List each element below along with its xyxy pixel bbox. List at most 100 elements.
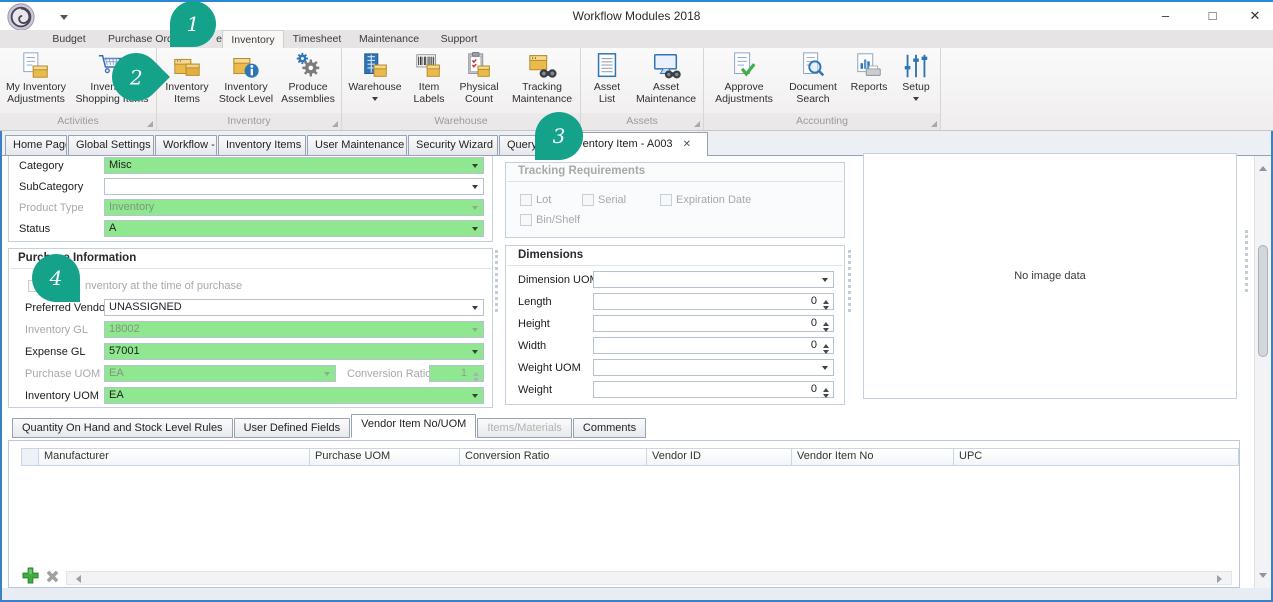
ribbon-tab-inventory[interactable]: Inventory [222, 30, 284, 48]
doc-tab-inventory-items[interactable]: Inventory Items [218, 135, 306, 155]
category-combobox[interactable]: Misc [104, 157, 484, 174]
spinner-buttons[interactable] [820, 339, 831, 357]
serial-checkbox-label: Serial [598, 194, 626, 206]
close-button[interactable]: ✕ [1237, 2, 1273, 30]
status-combobox[interactable]: A [104, 220, 484, 237]
ribbon-tab-support[interactable]: Support [428, 30, 490, 48]
scroll-down-icon[interactable] [1259, 573, 1267, 582]
classification-panel: Category Misc SubCategory Product Type I… [8, 156, 493, 242]
dialog-launcher-icon[interactable] [332, 121, 338, 127]
vertical-splitter[interactable] [848, 250, 851, 312]
tab-quantity-on-hand[interactable]: Quantity On Hand and Stock Level Rules [12, 418, 233, 438]
tab-comments[interactable]: Comments [573, 418, 646, 438]
dimensions-title: Dimensions [518, 249, 583, 261]
lot-checkbox [520, 194, 532, 206]
minimize-button[interactable]: – [1143, 2, 1188, 30]
ribbon-group-assets: Asset List Asset Maintenance Assets [581, 48, 704, 130]
vendor-item-table-panel: Manufacturer Purchase UOM Conversion Rat… [8, 440, 1240, 588]
inventory-uom-combobox[interactable]: EA [104, 387, 484, 404]
expense-gl-combobox[interactable]: 57001 [104, 343, 484, 360]
spinner-buttons[interactable] [820, 295, 831, 313]
maximize-button[interactable]: □ [1190, 2, 1235, 30]
width-spinner[interactable]: 0 [593, 337, 834, 354]
add-row-button[interactable] [22, 567, 39, 584]
spinner-buttons[interactable] [820, 317, 831, 335]
weight-label: Weight [518, 384, 552, 396]
doc-tab-home-page[interactable]: Home Page [5, 135, 67, 155]
scroll-right-icon[interactable] [1217, 575, 1226, 583]
approve-adjustments-button[interactable]: Approve Adjustments [706, 50, 782, 106]
length-label: Length [518, 296, 552, 308]
expense-gl-label: Expense GL [25, 346, 86, 358]
tab-user-defined-fields[interactable]: User Defined Fields [234, 418, 351, 438]
vertical-scrollbar[interactable] [1254, 156, 1271, 588]
physical-count-button[interactable]: Physical Count [452, 50, 506, 106]
conversion-ratio-spinner: 1 [429, 365, 484, 382]
clipboard-count-icon [464, 51, 494, 81]
preferred-vendor-combobox[interactable]: UNASSIGNED [104, 299, 484, 316]
table-header-row: Manufacturer Purchase UOM Conversion Rat… [21, 448, 1239, 466]
item-image-panel: No image data [863, 153, 1237, 399]
chevron-down-icon [372, 97, 378, 104]
delete-row-button[interactable] [45, 569, 60, 584]
vertical-splitter[interactable] [1245, 230, 1248, 292]
document-search-icon [798, 51, 828, 81]
column-header-vendor-item-no[interactable]: Vendor Item No [792, 449, 954, 465]
dialog-launcher-icon[interactable] [694, 121, 700, 127]
dialog-launcher-icon[interactable] [147, 121, 153, 127]
lot-checkbox-label: Lot [536, 194, 551, 206]
subcategory-combobox[interactable] [104, 178, 484, 195]
horizontal-scrollbar[interactable] [66, 571, 1232, 585]
asset-list-button[interactable]: Asset List [583, 50, 631, 106]
scroll-up-icon[interactable] [1259, 162, 1267, 171]
stock-level-icon [231, 51, 261, 81]
dialog-launcher-icon[interactable] [931, 121, 937, 127]
document-search-button[interactable]: Document Search [782, 50, 844, 106]
column-header-upc[interactable]: UPC [954, 449, 1238, 465]
length-spinner[interactable]: 0 [593, 293, 834, 310]
height-spinner[interactable]: 0 [593, 315, 834, 332]
doc-tab-security-wizard[interactable]: Security Wizard [408, 135, 498, 155]
expiration-date-checkbox-label: Expiration Date [676, 194, 751, 206]
weight-uom-combobox[interactable] [593, 359, 834, 376]
bin-shelf-checkbox [520, 214, 532, 226]
window-left-border [0, 131, 2, 602]
vertical-splitter[interactable] [495, 250, 498, 312]
dimension-uom-combobox[interactable] [593, 271, 834, 288]
spinner-buttons[interactable] [820, 383, 831, 401]
asset-maintenance-button[interactable]: Asset Maintenance [631, 50, 701, 106]
ribbon-tab-budget[interactable]: Budget [46, 30, 92, 48]
ribbon-group-inventory: Inventory Items Inventory Stock Level [157, 48, 342, 130]
ribbon-group-label-inventory: Inventory [157, 113, 341, 130]
doc-tab-user-maintenance[interactable]: User Maintenance [307, 135, 407, 155]
ribbon-group-label-accounting: Accounting [704, 113, 940, 130]
weight-spinner[interactable]: 0 [593, 381, 834, 398]
setup-button[interactable]: Setup [894, 50, 938, 105]
box-binoculars-icon [527, 51, 557, 81]
expiration-date-checkbox [660, 194, 672, 206]
purchase-uom-combobox: EA [104, 365, 336, 382]
column-header-conversion-ratio[interactable]: Conversion Ratio [460, 449, 647, 465]
tab-vendor-item-no-uom[interactable]: Vendor Item No/UOM [351, 414, 476, 438]
tracking-maintenance-button[interactable]: Tracking Maintenance [506, 50, 578, 106]
callout-3: 3 [535, 112, 583, 160]
reports-button[interactable]: Reports [844, 50, 894, 95]
close-tab-icon[interactable]: ✕ [683, 135, 691, 154]
scrollbar-thumb[interactable] [1258, 245, 1268, 357]
warehouse-button[interactable]: Warehouse [344, 50, 406, 105]
width-label: Width [518, 340, 546, 352]
column-header-manufacturer[interactable]: Manufacturer [39, 449, 310, 465]
window-bottom-band [2, 588, 1271, 600]
produce-assemblies-button[interactable]: Produce Assemblies [277, 50, 339, 106]
column-header-purchase-uom[interactable]: Purchase UOM [310, 449, 460, 465]
doc-tab-workflow[interactable]: Workflow - [155, 135, 217, 155]
column-header-vendor-id[interactable]: Vendor ID [647, 449, 792, 465]
doc-tab-global-settings[interactable]: Global Settings [68, 135, 154, 155]
ribbon-tab-timesheet[interactable]: Timesheet [284, 30, 350, 48]
inventory-stock-level-button[interactable]: Inventory Stock Level [215, 50, 277, 106]
item-labels-button[interactable]: Item Labels [406, 50, 452, 106]
scroll-left-icon[interactable] [72, 575, 81, 583]
my-inventory-adjustments-button[interactable]: My Inventory Adjustments [2, 50, 70, 106]
ribbon-tab-maintenance[interactable]: Maintenance [350, 30, 428, 48]
purchase-information-title: Purchase Information [18, 252, 136, 264]
